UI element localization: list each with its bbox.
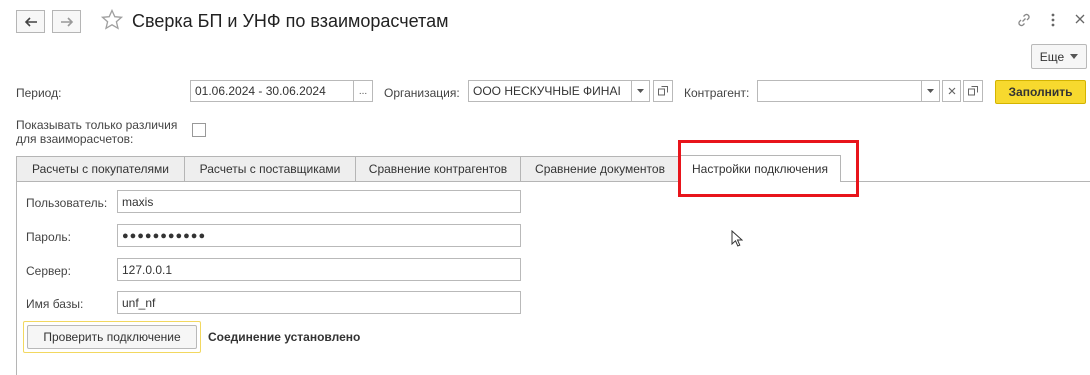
- only-diff-checkbox[interactable]: [192, 123, 206, 137]
- only-diff-label-line2: для взаиморасчетов:: [16, 132, 134, 146]
- database-name-label: Имя базы:: [26, 297, 84, 311]
- favorite-star-icon[interactable]: [100, 8, 124, 35]
- page-title: Сверка БП и УНФ по взаиморасчетам: [132, 11, 449, 31]
- counterparty-open-button[interactable]: [963, 80, 983, 102]
- clear-icon: [948, 87, 955, 95]
- organization-label: Организация:: [384, 86, 460, 100]
- caret-down-icon: [1070, 54, 1079, 59]
- mouse-cursor-icon: [731, 229, 744, 251]
- open-window-icon: [658, 86, 668, 96]
- tab-suppliers-label: Расчеты с поставщиками: [199, 162, 341, 176]
- tab-documents-compare-label: Сравнение документов: [535, 162, 665, 176]
- link-icon[interactable]: [1016, 12, 1032, 31]
- tab-documents-compare[interactable]: Сравнение документов: [520, 156, 680, 181]
- counterparty-input[interactable]: [757, 80, 922, 102]
- check-connection-button[interactable]: Проверить подключение: [27, 325, 197, 349]
- server-input[interactable]: 127.0.0.1: [117, 258, 521, 281]
- menu-dots-icon[interactable]: [1050, 12, 1056, 31]
- tab-panel-left-border: [16, 181, 17, 375]
- highlight-frame: [678, 140, 859, 197]
- ellipsis-label: ...: [358, 85, 368, 97]
- back-button[interactable]: [16, 10, 45, 33]
- tabs-baseline-right: [841, 181, 1090, 182]
- open-window-icon: [968, 86, 978, 96]
- server-label: Сервер:: [26, 264, 71, 278]
- tab-counterparties-compare-label: Сравнение контрагентов: [368, 162, 508, 176]
- organization-input[interactable]: ООО НЕСКУЧНЫЕ ФИНАІ: [468, 80, 632, 102]
- tab-counterparties-compare[interactable]: Сравнение контрагентов: [355, 156, 521, 181]
- tabs-baseline-left: [16, 181, 679, 182]
- organization-dropdown-button[interactable]: [631, 80, 650, 102]
- caret-down-icon: [927, 89, 934, 93]
- fill-button-label: Заполнить: [1008, 85, 1073, 99]
- period-picker-button[interactable]: ...: [353, 80, 373, 102]
- counterparty-clear-button[interactable]: [942, 80, 961, 102]
- counterparty-dropdown-button[interactable]: [921, 80, 940, 102]
- forward-button[interactable]: [52, 10, 81, 33]
- tab-customers[interactable]: Расчеты с покупателями: [16, 156, 185, 181]
- connection-status-text: Соединение установлено: [208, 330, 361, 344]
- password-input[interactable]: ●●●●●●●●●●●: [117, 224, 521, 247]
- period-input[interactable]: 01.06.2024 - 30.06.2024: [190, 80, 354, 102]
- tab-customers-label: Расчеты с покупателями: [31, 162, 169, 176]
- check-connection-button-label: Проверить подключение: [43, 330, 181, 344]
- arrow-right-icon: [60, 16, 73, 27]
- period-label: Период:: [16, 86, 62, 100]
- fill-button[interactable]: Заполнить: [995, 80, 1086, 104]
- arrow-left-icon: [24, 16, 37, 27]
- user-input[interactable]: maxis: [117, 190, 521, 213]
- counterparty-label: Контрагент:: [684, 86, 750, 100]
- user-label: Пользователь:: [26, 196, 108, 210]
- tab-suppliers[interactable]: Расчеты с поставщиками: [184, 156, 356, 181]
- database-name-input[interactable]: unf_nf: [117, 291, 521, 314]
- only-diff-label-line1: Показывать только различия: [16, 118, 178, 132]
- more-button-label: Еще: [1039, 49, 1065, 64]
- more-button[interactable]: Еще: [1031, 44, 1087, 69]
- caret-down-icon: [637, 89, 644, 93]
- close-icon[interactable]: [1074, 13, 1086, 28]
- organization-open-button[interactable]: [653, 80, 673, 102]
- password-label: Пароль:: [26, 230, 71, 244]
